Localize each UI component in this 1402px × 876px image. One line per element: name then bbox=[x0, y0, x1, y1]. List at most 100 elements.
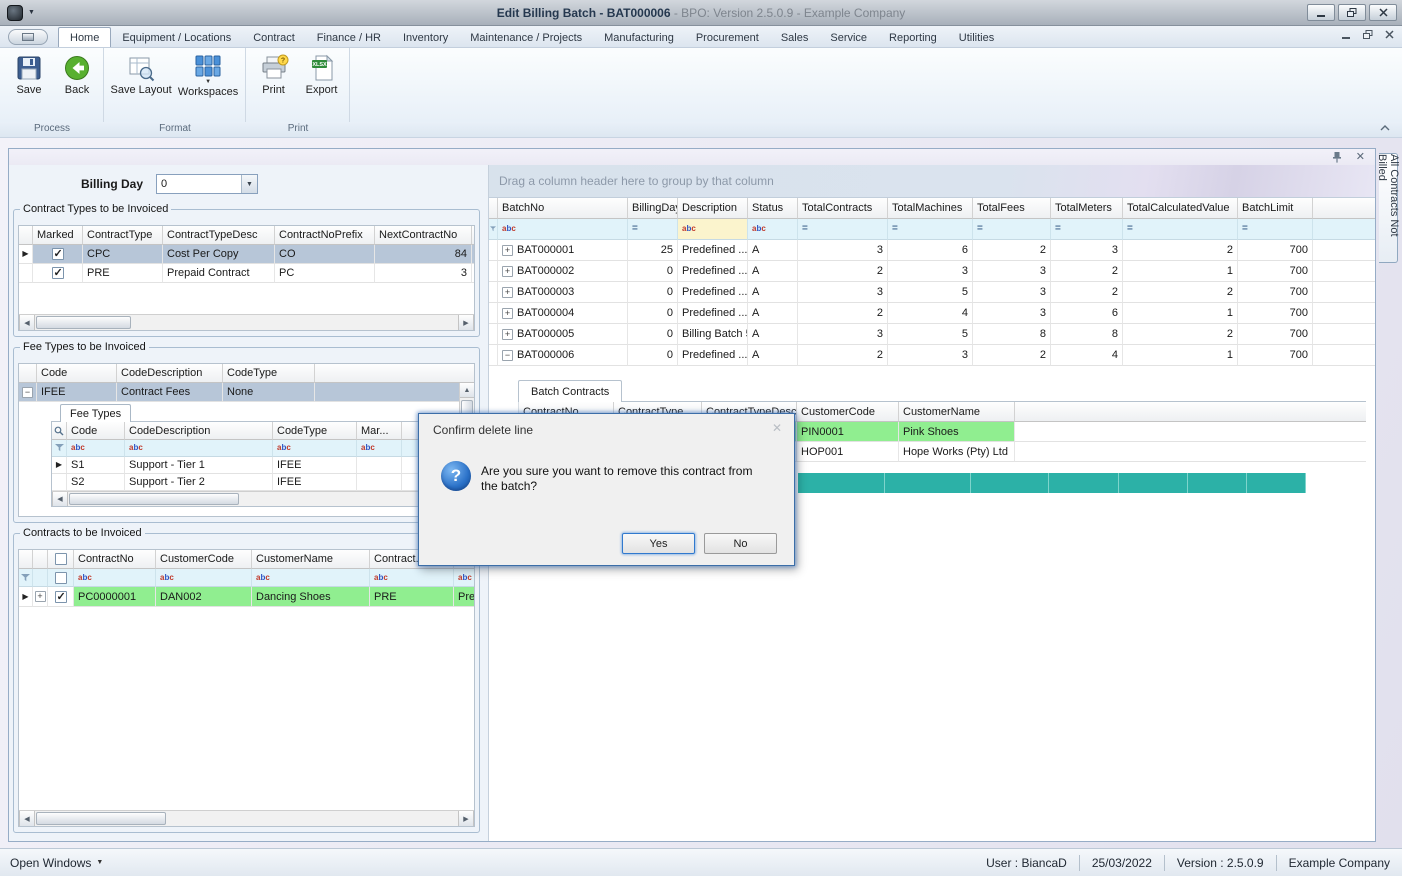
combo-dropdown-button[interactable]: ▼ bbox=[241, 175, 257, 193]
filter-cell-contracttypedesc[interactable]: abc bbox=[454, 569, 475, 587]
cell-totalmachines[interactable]: 3 bbox=[888, 261, 973, 282]
batch-row[interactable]: +BAT00000125Predefined ...A36232700 bbox=[489, 240, 1375, 261]
cell-batchno[interactable]: +BAT000002 bbox=[498, 261, 628, 282]
horizontal-scrollbar[interactable]: ◀ ▶ bbox=[19, 810, 474, 826]
cell-customercode[interactable]: HOP001 bbox=[797, 442, 899, 462]
selected-cell[interactable] bbox=[1049, 473, 1119, 493]
group-by-panel[interactable]: Drag a column header here to group by th… bbox=[489, 165, 1375, 198]
tab-finance-hr[interactable]: Finance / HR bbox=[306, 28, 392, 47]
column-header-customername[interactable]: CustomerName bbox=[899, 402, 1015, 422]
cell-status[interactable]: A bbox=[748, 240, 798, 261]
scroll-up-icon[interactable]: ▲ bbox=[460, 383, 474, 398]
cell-status[interactable]: A bbox=[748, 261, 798, 282]
cell-totalcontracts[interactable]: 3 bbox=[798, 240, 888, 261]
batch-row[interactable]: +BAT0000040Predefined ...A24361700 bbox=[489, 303, 1375, 324]
column-header-contracttypedesc[interactable]: ContractTypeDesc bbox=[163, 226, 275, 245]
checkbox-checked-icon[interactable] bbox=[52, 248, 64, 260]
cell-totalfees[interactable]: 3 bbox=[973, 282, 1051, 303]
selected-cell[interactable] bbox=[798, 473, 885, 493]
tab-sales[interactable]: Sales bbox=[770, 28, 820, 47]
cell-totalcontracts[interactable]: 3 bbox=[798, 282, 888, 303]
cell-contracttype[interactable]: PRE bbox=[83, 264, 163, 283]
contract-type-row[interactable]: PRE Prepaid Contract PC 3 bbox=[19, 264, 474, 283]
filter-cell-customername[interactable]: abc bbox=[252, 569, 370, 587]
cell-batchno[interactable]: +BAT000004 bbox=[498, 303, 628, 324]
cell-contracttypedesc[interactable]: Cost Per Copy bbox=[163, 245, 275, 264]
export-button[interactable]: XLSX Export bbox=[298, 52, 345, 96]
column-header-batchno[interactable]: BatchNo bbox=[498, 198, 628, 219]
column-header-contractnoprefix[interactable]: ContractNoPrefix bbox=[275, 226, 375, 245]
filter-cell-batchno[interactable]: abc bbox=[498, 219, 628, 240]
filter-cell-totalfees[interactable]: = bbox=[973, 219, 1051, 240]
cell-totalfees[interactable]: 8 bbox=[973, 324, 1051, 345]
cell-billingday[interactable]: 0 bbox=[628, 282, 678, 303]
cell-batchlimit[interactable]: 700 bbox=[1238, 345, 1313, 366]
cell-billingday[interactable]: 0 bbox=[628, 261, 678, 282]
cell-totalcalculatedvalue[interactable]: 2 bbox=[1123, 324, 1238, 345]
filter-cell-contracttype[interactable]: abc bbox=[370, 569, 454, 587]
cell-totalmeters[interactable]: 6 bbox=[1051, 303, 1123, 324]
column-header-description[interactable]: Description bbox=[678, 198, 748, 219]
cell-batchlimit[interactable]: 700 bbox=[1238, 303, 1313, 324]
mdi-minimize-icon[interactable] bbox=[1342, 31, 1351, 39]
collapse-icon[interactable]: − bbox=[502, 350, 513, 361]
cell-billingday[interactable]: 0 bbox=[628, 303, 678, 324]
column-header-code[interactable]: Code bbox=[67, 422, 125, 440]
batch-row[interactable]: +BAT0000050Billing Batch 5A35882700 bbox=[489, 324, 1375, 345]
cell-description[interactable]: Predefined ... bbox=[678, 303, 748, 324]
column-header-codedescription[interactable]: CodeDescription bbox=[125, 422, 273, 440]
column-header-customercode[interactable]: CustomerCode bbox=[797, 402, 899, 422]
cell-batchno[interactable]: +BAT000005 bbox=[498, 324, 628, 345]
print-button[interactable]: ? Print bbox=[252, 52, 295, 96]
column-header-code[interactable]: Code bbox=[37, 364, 117, 383]
column-header-marked[interactable]: Marked bbox=[33, 226, 83, 245]
cell-contractno[interactable]: PC0000001 bbox=[74, 587, 156, 607]
expand-icon[interactable]: + bbox=[502, 245, 513, 256]
cell-totalfees[interactable]: 2 bbox=[973, 345, 1051, 366]
column-header-totalcalculatedvalue[interactable]: TotalCalculatedValue bbox=[1123, 198, 1238, 219]
checkbox-checked-icon[interactable] bbox=[55, 591, 67, 603]
selected-cell[interactable] bbox=[971, 473, 1049, 493]
tab-fee-types[interactable]: Fee Types bbox=[60, 404, 131, 422]
tab-equipment-locations[interactable]: Equipment / Locations bbox=[111, 28, 242, 47]
cell-customercode[interactable]: PIN0001 bbox=[797, 422, 899, 442]
scroll-thumb[interactable] bbox=[36, 812, 166, 825]
cell-contracttypedesc[interactable]: Prepaid Contract bbox=[163, 264, 275, 283]
back-button[interactable]: Back bbox=[55, 52, 99, 96]
cell-totalmachines[interactable]: 6 bbox=[888, 240, 973, 261]
panel-close-icon[interactable]: ✕ bbox=[1356, 152, 1365, 163]
selected-cell[interactable] bbox=[1188, 473, 1247, 493]
tab-service[interactable]: Service bbox=[819, 28, 878, 47]
column-header-codedescription[interactable]: CodeDescription bbox=[117, 364, 223, 383]
fee-detail-row[interactable]: ▶ S1 Support - Tier 1 IFEE bbox=[52, 457, 457, 474]
filter-cell-batchlimit[interactable]: = bbox=[1238, 219, 1313, 240]
cell-totalmeters[interactable]: 8 bbox=[1051, 324, 1123, 345]
fee-type-master-row[interactable]: − IFEE Contract Fees None bbox=[19, 383, 474, 402]
filter-cell-totalmeters[interactable]: = bbox=[1051, 219, 1123, 240]
scroll-left-icon[interactable]: ◀ bbox=[19, 811, 35, 826]
batch-row[interactable]: +BAT0000030Predefined ...A35322700 bbox=[489, 282, 1375, 303]
cell-marked[interactable] bbox=[33, 264, 83, 283]
scroll-right-icon[interactable]: ▶ bbox=[458, 811, 474, 826]
no-button[interactable]: No bbox=[704, 533, 777, 554]
cell-marked[interactable] bbox=[33, 245, 83, 264]
cell-totalmachines[interactable]: 5 bbox=[888, 282, 973, 303]
cell-billingday[interactable]: 0 bbox=[628, 324, 678, 345]
cell-marked[interactable] bbox=[357, 457, 402, 474]
cell-batchlimit[interactable]: 700 bbox=[1238, 240, 1313, 261]
column-header-contractno[interactable]: ContractNo bbox=[74, 550, 156, 569]
cell-totalfees[interactable]: 3 bbox=[973, 303, 1051, 324]
cell-status[interactable]: A bbox=[748, 324, 798, 345]
cell-code[interactable]: S1 bbox=[67, 457, 125, 474]
cell-status[interactable]: A bbox=[748, 303, 798, 324]
cell-marked[interactable] bbox=[357, 474, 402, 491]
cell-status[interactable]: A bbox=[748, 345, 798, 366]
column-header-totalfees[interactable]: TotalFees bbox=[973, 198, 1051, 219]
select-all-checkbox[interactable] bbox=[48, 550, 74, 569]
scroll-left-icon[interactable]: ◀ bbox=[19, 315, 35, 330]
cell-description[interactable]: Billing Batch 5 bbox=[678, 324, 748, 345]
cell-totalmeters[interactable]: 4 bbox=[1051, 345, 1123, 366]
expand-icon[interactable]: + bbox=[502, 308, 513, 319]
scroll-track[interactable] bbox=[68, 492, 441, 506]
billing-day-combo[interactable]: 0 ▼ bbox=[156, 174, 258, 194]
